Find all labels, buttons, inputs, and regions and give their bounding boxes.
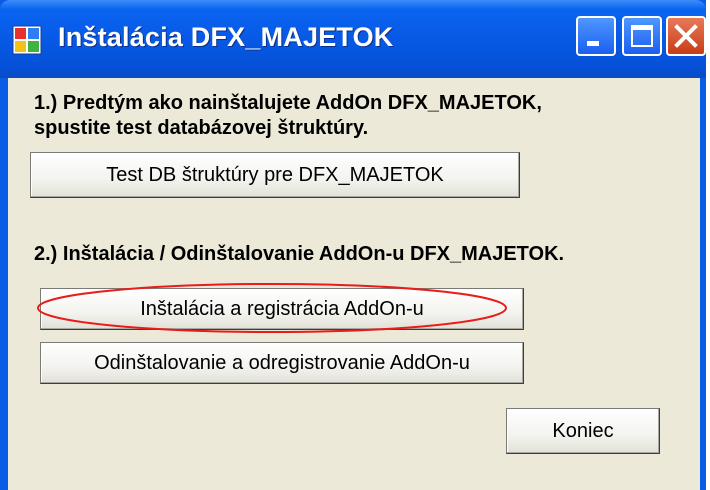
minimize-icon	[587, 41, 599, 46]
title-bar[interactable]: Inštalácia DFX_MAJETOK	[0, 0, 706, 78]
close-button[interactable]	[666, 16, 706, 56]
maximize-button[interactable]	[622, 16, 662, 56]
close-icon	[674, 24, 698, 48]
minimize-button[interactable]	[576, 16, 616, 56]
maximize-icon	[631, 25, 653, 47]
install-register-addon-button[interactable]: Inštalácia a registrácia AddOn-u	[40, 288, 524, 330]
test-db-structure-button[interactable]: Test DB štruktúry pre DFX_MAJETOK	[30, 152, 520, 198]
uninstall-unregister-addon-button[interactable]: Odinštalovanie a odregistrovanie AddOn-u	[40, 342, 524, 384]
step1-instruction-line1: 1.) Predtým ako nainštalujete AddOn DFX_…	[34, 92, 542, 114]
koniec-button[interactable]: Koniec	[506, 408, 660, 454]
dialog-client-area: 1.) Predtým ako nainštalujete AddOn DFX_…	[8, 78, 700, 490]
step1-instruction-line2: spustite test databázovej štruktúry.	[34, 117, 369, 139]
dialog-window: Inštalácia DFX_MAJETOK 1.) Predtým ako n…	[0, 0, 706, 490]
window-title: Inštalácia DFX_MAJETOK	[58, 22, 394, 52]
step2-heading: 2.) Inštalácia / Odinštalovanie AddOn-u …	[34, 243, 565, 265]
app-window-icon	[12, 25, 42, 55]
